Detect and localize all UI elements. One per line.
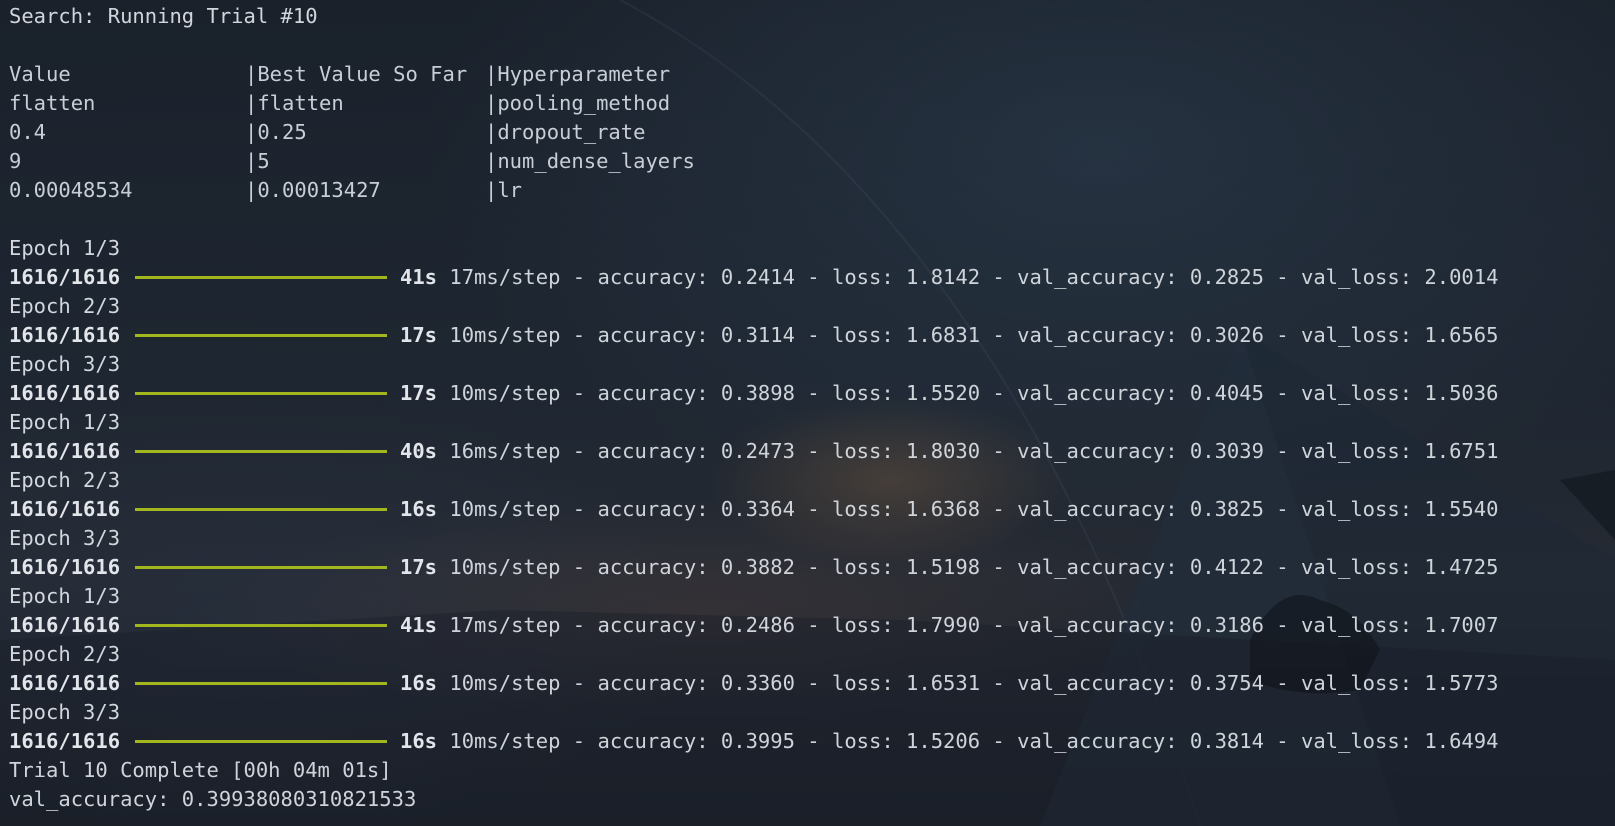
hp-param-name: pooling_method	[497, 91, 671, 115]
epoch-label: Epoch 3/3	[9, 526, 121, 550]
hp-value: 9	[9, 149, 22, 173]
epoch-progress-line: 1616/1616 16s 10ms/step - accuracy: 0.336…	[9, 495, 1609, 524]
step-counter: 1616/1616	[9, 555, 121, 579]
epoch-label: Epoch 1/3	[9, 584, 121, 608]
hp-param-name: lr	[497, 178, 523, 202]
epoch-label: Epoch 1/3	[9, 236, 121, 260]
hp-best: |0.25	[245, 120, 307, 144]
progress-bar	[135, 392, 387, 395]
hp-value: flatten	[9, 91, 96, 115]
hp-best-value: 0.00013427	[257, 178, 381, 202]
epoch-progress-line: 1616/1616 16s 10ms/step - accuracy: 0.336…	[9, 669, 1609, 698]
epoch-time: 17s	[400, 323, 438, 347]
epoch-metrics: 10ms/step - accuracy: 0.3995 - loss: 1.5…	[437, 729, 1499, 753]
val-accuracy-line: val_accuracy: 0.39938080310821533	[9, 787, 417, 811]
hp-header-param: |Hyperparameter	[485, 62, 671, 86]
epoch-log: Epoch 1/3 1616/1616 41s 17ms/step - accura…	[9, 234, 1609, 756]
trial-complete-line: Trial 10 Complete [00h 04m 01s]	[9, 758, 392, 782]
hp-table-row: 0.00048534 |0.00013427 |lr	[9, 176, 1609, 205]
step-counter: 1616/1616	[9, 613, 121, 637]
hp-value: 0.4	[9, 120, 47, 144]
hp-best-value: flatten	[257, 91, 344, 115]
hp-header-best-label: Best Value So Far	[257, 62, 468, 86]
step-counter: 1616/1616	[9, 671, 121, 695]
step-counter: 1616/1616	[9, 497, 121, 521]
search-status-title: Search: Running Trial #10	[9, 4, 318, 28]
epoch-progress-line: 1616/1616 17s 10ms/step - accuracy: 0.388…	[9, 553, 1609, 582]
epoch-label: Epoch 2/3	[9, 642, 121, 666]
epoch-time: 17s	[400, 555, 438, 579]
epoch-time: 16s	[400, 671, 438, 695]
step-counter: 1616/1616	[9, 729, 121, 753]
hp-header-best: |Best Value So Far	[245, 62, 468, 86]
progress-bar	[135, 508, 387, 511]
epoch-progress-line: 1616/1616 17s 10ms/step - accuracy: 0.311…	[9, 321, 1609, 350]
epoch-progress-line: 1616/1616 41s 17ms/step - accuracy: 0.248…	[9, 611, 1609, 640]
progress-bar	[135, 450, 387, 453]
hp-table-row: 9 |5 |num_dense_layers	[9, 147, 1609, 176]
epoch-metrics: 10ms/step - accuracy: 0.3364 - loss: 1.6…	[437, 497, 1499, 521]
epoch-time: 16s	[400, 497, 438, 521]
hp-header-param-label: Hyperparameter	[497, 62, 671, 86]
epoch-metrics: 17ms/step - accuracy: 0.2486 - loss: 1.7…	[437, 613, 1499, 637]
progress-bar	[135, 276, 387, 279]
epoch-metrics: 16ms/step - accuracy: 0.2473 - loss: 1.8…	[437, 439, 1499, 463]
hp-param-name: num_dense_layers	[497, 149, 695, 173]
epoch-metrics: 10ms/step - accuracy: 0.3360 - loss: 1.6…	[437, 671, 1499, 695]
epoch-metrics: 10ms/step - accuracy: 0.3898 - loss: 1.5…	[437, 381, 1499, 405]
epoch-time: 41s	[400, 265, 438, 289]
hp-param: |lr	[485, 178, 523, 202]
hp-table-row: 0.4 |0.25 |dropout_rate	[9, 118, 1609, 147]
epoch-label: Epoch 3/3	[9, 352, 121, 376]
epoch-progress-line: 1616/1616 16s 10ms/step - accuracy: 0.399…	[9, 727, 1609, 756]
hp-best: |5	[245, 149, 270, 173]
epoch-label: Epoch 3/3	[9, 700, 121, 724]
progress-bar	[135, 624, 387, 627]
hp-best: |flatten	[245, 91, 344, 115]
epoch-label: Epoch 2/3	[9, 294, 121, 318]
step-counter: 1616/1616	[9, 265, 121, 289]
epoch-metrics: 17ms/step - accuracy: 0.2414 - loss: 1.8…	[437, 265, 1499, 289]
epoch-progress-line: 1616/1616 41s 17ms/step - accuracy: 0.241…	[9, 263, 1609, 292]
progress-bar	[135, 740, 387, 743]
hp-param: |dropout_rate	[485, 120, 646, 144]
step-counter: 1616/1616	[9, 381, 121, 405]
hp-header-value: Value	[9, 62, 71, 86]
epoch-metrics: 10ms/step - accuracy: 0.3114 - loss: 1.6…	[437, 323, 1499, 347]
epoch-progress-line: 1616/1616 17s 10ms/step - accuracy: 0.389…	[9, 379, 1609, 408]
hp-param: |pooling_method	[485, 91, 671, 115]
epoch-time: 41s	[400, 613, 438, 637]
progress-bar	[135, 566, 387, 569]
epoch-time: 17s	[400, 381, 438, 405]
step-counter: 1616/1616	[9, 439, 121, 463]
progress-bar	[135, 682, 387, 685]
epoch-label: Epoch 1/3	[9, 410, 121, 434]
epoch-label: Epoch 2/3	[9, 468, 121, 492]
epoch-metrics: 10ms/step - accuracy: 0.3882 - loss: 1.5…	[437, 555, 1499, 579]
progress-bar	[135, 334, 387, 337]
hp-best: |0.00013427	[245, 178, 381, 202]
epoch-progress-line: 1616/1616 40s 16ms/step - accuracy: 0.247…	[9, 437, 1609, 466]
hp-best-value: 5	[257, 149, 270, 173]
epoch-time: 16s	[400, 729, 438, 753]
hp-best-value: 0.25	[257, 120, 307, 144]
terminal-output: Search: Running Trial #10 Value |Best Va…	[9, 2, 1609, 814]
hp-value: 0.00048534	[9, 178, 133, 202]
hp-param-name: dropout_rate	[497, 120, 646, 144]
epoch-time: 40s	[400, 439, 438, 463]
hp-param: |num_dense_layers	[485, 149, 695, 173]
step-counter: 1616/1616	[9, 323, 121, 347]
hp-table-row: flatten |flatten |pooling_method	[9, 89, 1609, 118]
hp-table-header: Value |Best Value So Far |Hyperparameter	[9, 60, 1609, 89]
